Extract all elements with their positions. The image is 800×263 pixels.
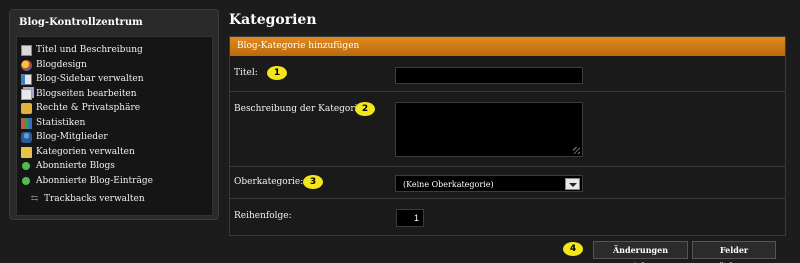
lock-icon	[21, 103, 32, 114]
folder-icon	[21, 146, 32, 158]
sidebar-item-categories[interactable]: Kategorien verwalten	[17, 146, 212, 162]
chevron-down-icon[interactable]	[565, 178, 580, 190]
order-row: Reihenfolge:	[230, 199, 785, 237]
sidebar-item-privacy[interactable]: Rechte & Privatsphäre	[17, 103, 212, 118]
order-label: Reihenfolge:	[234, 211, 292, 221]
add-category-panel: Blog-Kategorie hinzufügen Titel: 1 Besch…	[229, 36, 786, 236]
sidebar-item-label: Rechte & Privatsphäre	[36, 103, 141, 113]
sidebar-item-subscribed-entries[interactable]: Abonnierte Blog-Einträge	[17, 176, 212, 191]
green-dot-icon	[22, 176, 30, 185]
sidebar-item-label: Trackbacks verwalten	[44, 194, 145, 204]
blog-control-sidebar: Blog-Kontrollzentrum Titel und Beschreib…	[9, 9, 219, 220]
parent-category-label: Oberkategorie:	[234, 177, 304, 187]
sidebar-item-label: Titel und Beschreibung	[36, 45, 143, 55]
sidebar-item-subscribed-blogs[interactable]: Abonnierte Blogs	[17, 161, 212, 176]
save-changes-button[interactable]: Änderungen speichern	[593, 241, 688, 263]
pages-icon	[21, 88, 32, 100]
sidebar-item-title-description[interactable]: Titel und Beschreibung	[17, 45, 212, 60]
sidebar-item-sidebar[interactable]: Blog-Sidebar verwalten	[17, 74, 212, 89]
sidebar-item-label: Blog-Sidebar verwalten	[36, 74, 144, 84]
sidebar-item-label: Blog-Mitglieder	[36, 132, 108, 142]
sidebar-title: Blog-Kontrollzentrum	[19, 17, 143, 28]
users-icon	[21, 132, 32, 143]
sidebar-item-members[interactable]: Blog-Mitglieder	[17, 132, 212, 147]
sidebar-item-blogdesign[interactable]: Blogdesign	[17, 59, 212, 75]
parent-category-select[interactable]: (Keine Oberkategorie)	[395, 175, 583, 192]
chart-icon	[21, 117, 32, 129]
title-label: Titel:	[234, 68, 258, 78]
sidebar-item-statistics[interactable]: Statistiken	[17, 117, 212, 133]
description-label: Beschreibung der Kategorie:	[234, 104, 366, 114]
title-row: Titel: 1	[230, 56, 785, 92]
title-input[interactable]	[395, 67, 583, 84]
sidebar-item-label: Abonnierte Blogs	[36, 161, 115, 171]
document-icon	[21, 45, 32, 56]
select-value: (Keine Oberkategorie)	[403, 180, 494, 189]
annotation-badge-2: 2	[355, 102, 375, 116]
sidebar-item-pages[interactable]: Blogseiten bearbeiten	[17, 88, 212, 104]
reset-fields-button[interactable]: Felder zurücksetzen	[692, 241, 776, 263]
sidebar-item-label: Blogseiten bearbeiten	[36, 88, 137, 99]
sidebar-item-label: Statistiken	[36, 117, 86, 128]
sidebar-item-label: Kategorien verwalten	[36, 146, 135, 157]
order-input[interactable]	[396, 209, 424, 227]
sidebar-icon	[21, 74, 32, 85]
palette-icon	[21, 59, 32, 71]
annotation-badge-3: 3	[303, 175, 323, 189]
green-dot-icon	[22, 162, 30, 170]
resize-grip-icon[interactable]	[573, 147, 580, 154]
page-title: Kategorien	[229, 12, 317, 28]
parent-category-row: Oberkategorie: 3 (Keine Oberkategorie)	[230, 167, 785, 199]
sidebar-item-label: Abonnierte Blog-Einträge	[36, 175, 153, 186]
sidebar-menu: Titel und Beschreibung Blogdesign Blog-S…	[16, 36, 213, 216]
description-textarea[interactable]	[395, 102, 583, 157]
panel-header: Blog-Kategorie hinzufügen	[230, 37, 785, 56]
sidebar-item-trackbacks[interactable]: ⇆ Trackbacks verwalten	[17, 194, 212, 209]
annotation-badge-1: 1	[267, 66, 287, 80]
description-row: Beschreibung der Kategorie: 2	[230, 92, 785, 167]
trackback-icon: ⇆	[30, 194, 39, 204]
annotation-badge-4: 4	[563, 242, 583, 256]
sidebar-item-label: Blogdesign	[36, 59, 87, 70]
